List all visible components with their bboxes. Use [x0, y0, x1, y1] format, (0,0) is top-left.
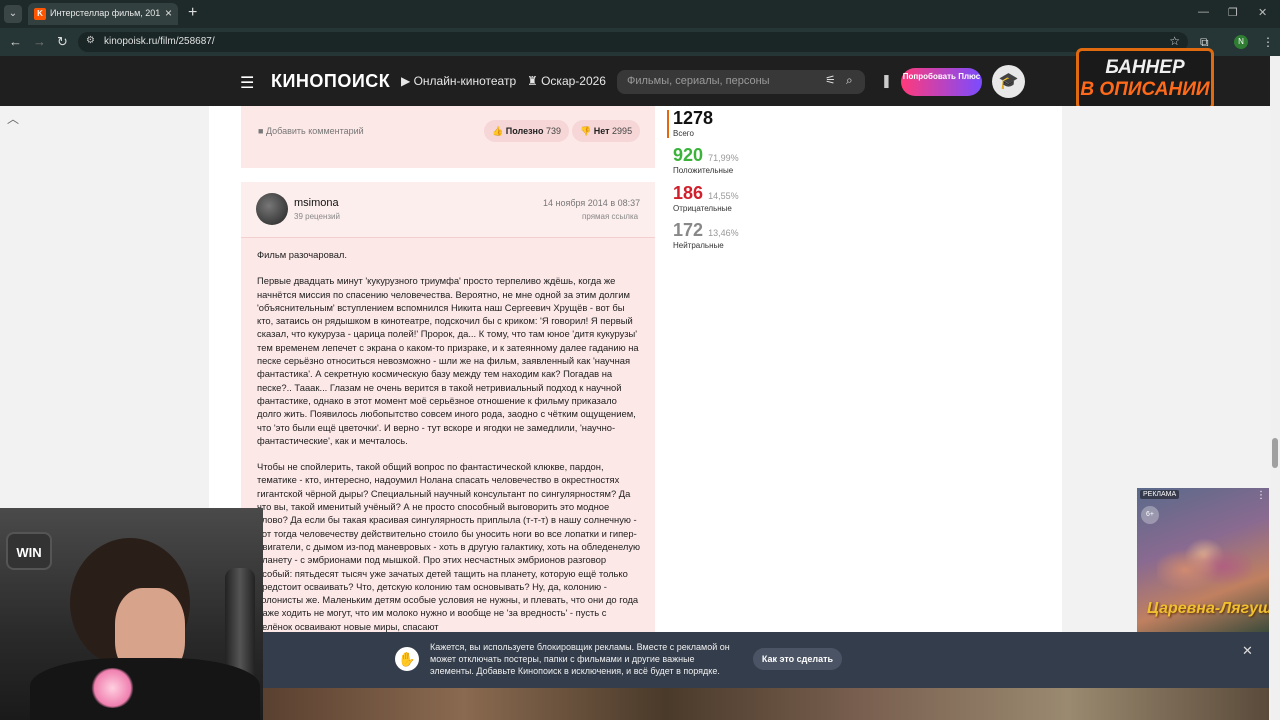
- stat-neutral-num: 172: [673, 220, 704, 240]
- review-paragraph: Первые двадцать минут 'кукурузного триум…: [257, 275, 639, 446]
- site-logo[interactable]: КИНОПОИСК: [271, 71, 390, 92]
- webcam-flower: [90, 668, 135, 708]
- menu-dots-icon[interactable]: ⋮: [1262, 35, 1274, 49]
- forward-icon[interactable]: →: [33, 34, 46, 49]
- review-header: [241, 182, 655, 238]
- ad-title: Царевна-Лягушка 2: [1147, 600, 1269, 617]
- thumb-up-icon: 👍: [492, 126, 504, 136]
- webcam-overlay: WIN: [0, 508, 263, 720]
- tab-title: Интерстеллар фильм, 2014, да: [50, 8, 160, 18]
- nav-online-cinema-label: Онлайн-кинотеатр: [413, 74, 517, 88]
- bookmark-star-icon[interactable]: ☆: [1169, 34, 1180, 48]
- ad-poster-image: [1157, 528, 1252, 598]
- search-icon[interactable]: ⌕: [846, 73, 853, 88]
- reload-icon[interactable]: ↻: [57, 34, 68, 50]
- search-input[interactable]: Фильмы, сериалы, персоны ⚟ ⌕: [617, 70, 865, 94]
- restore-icon[interactable]: ❐: [1228, 6, 1238, 19]
- stats-accent-line: [667, 110, 669, 138]
- webcam-sign: WIN: [6, 532, 52, 570]
- webcam-person-body: [30, 658, 260, 720]
- browser-tabbar: ⌄ K Интерстеллар фильм, 2014, да × + — ❐…: [0, 0, 1280, 28]
- review-author-avatar[interactable]: [256, 193, 288, 225]
- thumb-down-icon: 👎: [580, 126, 592, 136]
- new-tab-icon[interactable]: +: [188, 4, 197, 22]
- how-to-button[interactable]: Как это сделать: [753, 648, 842, 670]
- nav-online-cinema[interactable]: ▶ Онлайн-кинотеатр: [401, 74, 516, 88]
- stat-negative-num: 186: [673, 183, 704, 203]
- useful-button[interactable]: 👍 Полезно 739: [484, 120, 570, 142]
- stat-negative-label: Отрицательные: [673, 204, 732, 213]
- banner-line1: БАННЕР: [1105, 57, 1185, 78]
- stat-positive[interactable]: 920 71,99%: [673, 145, 739, 166]
- stat-total-label: Всего: [673, 129, 694, 138]
- promo-banner: БАННЕР В ОПИСАНИИ: [1076, 48, 1214, 110]
- stat-negative-pct: 14,55%: [708, 191, 739, 201]
- review-author-count[interactable]: 39 рецензий: [294, 212, 340, 221]
- review-date: 14 ноября 2014 в 08:37: [543, 198, 641, 208]
- ad-label: РЕКЛАМА: [1140, 490, 1180, 499]
- ad-more-icon[interactable]: ⋮: [1256, 490, 1266, 501]
- footer-background-image: [263, 688, 1269, 720]
- tab-search-icon[interactable]: ⌄: [4, 5, 22, 23]
- stat-neutral-pct: 13,46%: [708, 228, 739, 238]
- stat-positive-num: 920: [673, 145, 704, 165]
- bookmark-icon[interactable]: ❚: [881, 73, 892, 89]
- minimize-icon[interactable]: —: [1198, 6, 1209, 18]
- useful-count: 739: [546, 126, 562, 136]
- stat-negative[interactable]: 186 14,55%: [673, 183, 739, 204]
- url-field[interactable]: ⚙ kinopoisk.ru/film/258687/ ☆: [78, 32, 1188, 52]
- review-paragraph: Чтобы не спойлерить, такой общий вопрос …: [257, 461, 641, 632]
- not-useful-label: Нет: [593, 126, 610, 136]
- review-author[interactable]: msimona: [294, 197, 339, 209]
- nav-oscar[interactable]: ♜ Оскар-2026: [527, 74, 606, 88]
- stat-neutral[interactable]: 172 13,46%: [673, 220, 739, 241]
- review-body: Фильм разочаровал. Первые двадцать минут…: [257, 248, 641, 646]
- review-paragraph: Фильм разочаровал.: [257, 249, 347, 260]
- scrollbar-thumb[interactable]: [1272, 438, 1278, 468]
- burger-menu-icon[interactable]: ☰: [240, 73, 254, 93]
- back-icon[interactable]: ←: [9, 34, 22, 49]
- banner-line2: В ОПИСАНИИ: [1080, 79, 1210, 100]
- stat-positive-pct: 71,99%: [708, 153, 739, 163]
- review-permalink[interactable]: прямая ссылка: [582, 212, 638, 221]
- not-useful-button[interactable]: 👎 Нет 2995: [572, 120, 641, 142]
- adblock-close-icon[interactable]: ✕: [1242, 643, 1253, 659]
- stat-positive-label: Положительные: [673, 166, 734, 175]
- add-comment-label: Добавить комментарий: [265, 126, 364, 136]
- kinopoisk-favicon-icon: K: [34, 8, 46, 20]
- profile-avatar[interactable]: N: [1234, 35, 1248, 49]
- filter-icon[interactable]: ⚟: [825, 73, 836, 87]
- scroll-up-icon[interactable]: ︿: [7, 110, 19, 127]
- tab-close-icon[interactable]: ×: [165, 6, 172, 20]
- nav-oscar-label: Оскар-2026: [541, 74, 606, 88]
- stop-hand-icon: ✋: [395, 647, 419, 671]
- not-useful-count: 2995: [612, 126, 633, 136]
- window-close-icon[interactable]: ✕: [1258, 6, 1267, 19]
- search-placeholder: Фильмы, сериалы, персоны: [627, 75, 770, 87]
- user-avatar[interactable]: 🎓: [992, 65, 1025, 98]
- page-scrollbar[interactable]: [1270, 56, 1280, 720]
- useful-label: Полезно: [505, 126, 544, 136]
- adblock-text: Кажется, вы используете блокировщик рекл…: [430, 642, 730, 676]
- stat-total: 1278: [673, 108, 714, 128]
- stat-neutral-label: Нейтральные: [673, 241, 724, 250]
- url-text: kinopoisk.ru/film/258687/: [104, 36, 215, 47]
- browser-tab[interactable]: K Интерстеллар фильм, 2014, да ×: [28, 3, 178, 25]
- add-comment-link[interactable]: ■ Добавить комментарий: [258, 126, 364, 136]
- ad-age-rating: 6+: [1141, 506, 1159, 524]
- try-plus-button[interactable]: Попробовать Плюс: [901, 68, 982, 96]
- side-ad[interactable]: РЕКЛАМА ⋮ 6+ Царевна-Лягушка 2: [1137, 488, 1269, 633]
- site-info-icon[interactable]: ⚙: [86, 35, 95, 46]
